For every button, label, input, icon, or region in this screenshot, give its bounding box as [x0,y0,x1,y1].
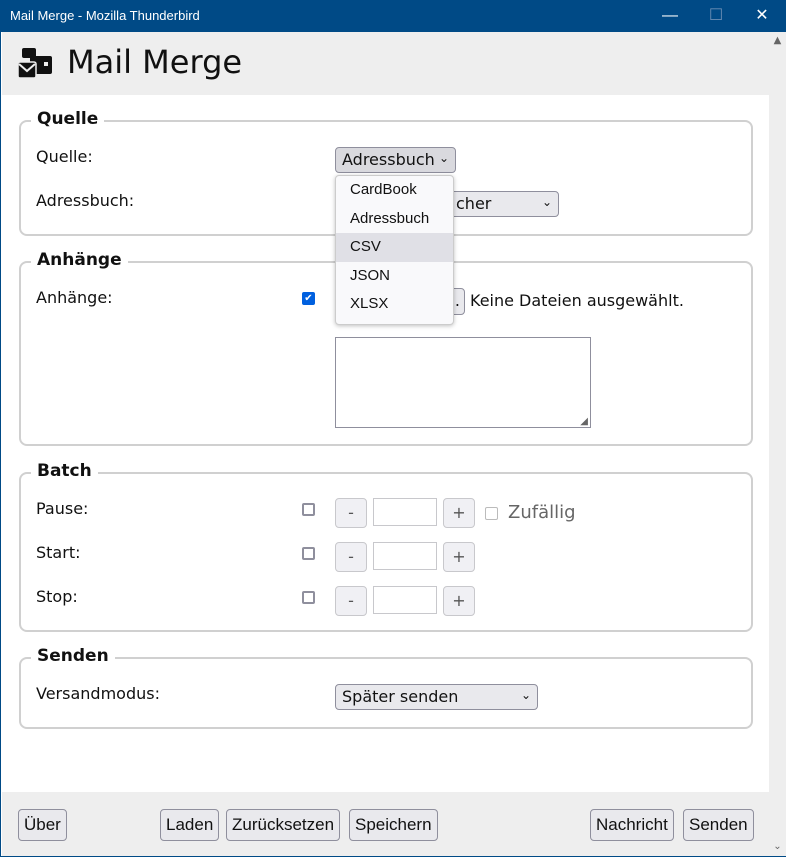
header: Mail Merge [2,32,769,95]
option-cardbook[interactable]: CardBook [336,176,453,205]
file-status: Keine Dateien ausgewählt. [470,291,684,310]
start-plus-button[interactable]: + [443,542,475,572]
chevron-down-icon: ⌄ [541,195,552,209]
chevron-down-icon: ⌄ [520,688,531,702]
reset-button[interactable]: Zurücksetzen [226,809,341,841]
start-label: Start: [36,543,81,562]
addressbook-label: Adressbuch: [36,191,135,210]
window: Mail Merge - Mozilla Thunderbird — ☐ ✕ M… [0,0,786,857]
pause-minus-button[interactable]: - [335,498,367,528]
scroll-down-icon[interactable]: ⌄ [769,841,786,852]
option-csv[interactable]: CSV [336,233,453,262]
scrollbar[interactable]: ▲ ⌄ [769,32,786,856]
stop-plus-button[interactable]: + [443,586,475,616]
save-button[interactable]: Speichern [349,809,438,841]
message-button[interactable]: Nachricht [590,809,674,841]
stop-input[interactable] [373,586,437,614]
stop-label: Stop: [36,587,78,606]
minimize-button[interactable]: — [647,0,693,32]
pause-label: Pause: [36,499,89,518]
mail-merge-icon [18,48,52,78]
window-title: Mail Merge - Mozilla Thunderbird [10,8,200,23]
batch-legend: Batch [31,461,98,481]
random-checkbox[interactable] [485,507,498,520]
pause-input[interactable] [373,498,437,526]
chevron-down-icon: ⌄ [438,151,449,165]
attachments-textarea[interactable]: ◢ [335,337,591,428]
page-title: Mail Merge [67,43,243,81]
pause-plus-button[interactable]: + [443,498,475,528]
source-dropdown-menu: CardBook Adressbuch CSV JSON XLSX [335,175,454,325]
load-button[interactable]: Laden [160,809,220,841]
source-select[interactable]: Adressbuch ⌄ [335,147,456,173]
source-label: Quelle: [36,147,93,166]
title-bar: Mail Merge - Mozilla Thunderbird — ☐ ✕ [1,0,786,32]
resize-handle-icon[interactable]: ◢ [580,416,588,427]
close-button[interactable]: ✕ [739,0,785,32]
start-checkbox[interactable] [302,547,315,560]
random-label: Zufällig [508,502,576,523]
addressbook-value: cher [456,194,492,213]
anhaenge-legend: Anhänge [31,250,128,270]
send-mode-label: Versandmodus: [36,684,160,703]
about-button[interactable]: Über [18,809,67,841]
send-mode-select[interactable]: Später senden ⌄ [335,684,538,710]
maximize-button[interactable]: ☐ [693,0,739,32]
start-input[interactable] [373,542,437,570]
senden-legend: Senden [31,646,115,666]
pause-checkbox[interactable] [302,503,315,516]
stop-minus-button[interactable]: - [335,586,367,616]
option-json[interactable]: JSON [336,262,453,291]
start-minus-button[interactable]: - [335,542,367,572]
scroll-up-icon[interactable]: ▲ [769,35,786,46]
stop-checkbox[interactable] [302,591,315,604]
send-button[interactable]: Senden [683,809,754,841]
quelle-legend: Quelle [31,109,105,129]
source-value: Adressbuch [342,150,435,169]
send-mode-value: Später senden [342,687,459,706]
option-xlsx[interactable]: XLSX [336,290,453,319]
attachments-label: Anhänge: [36,288,113,307]
attachments-checkbox[interactable]: ✔ [302,292,315,305]
option-adressbuch[interactable]: Adressbuch [336,205,453,234]
